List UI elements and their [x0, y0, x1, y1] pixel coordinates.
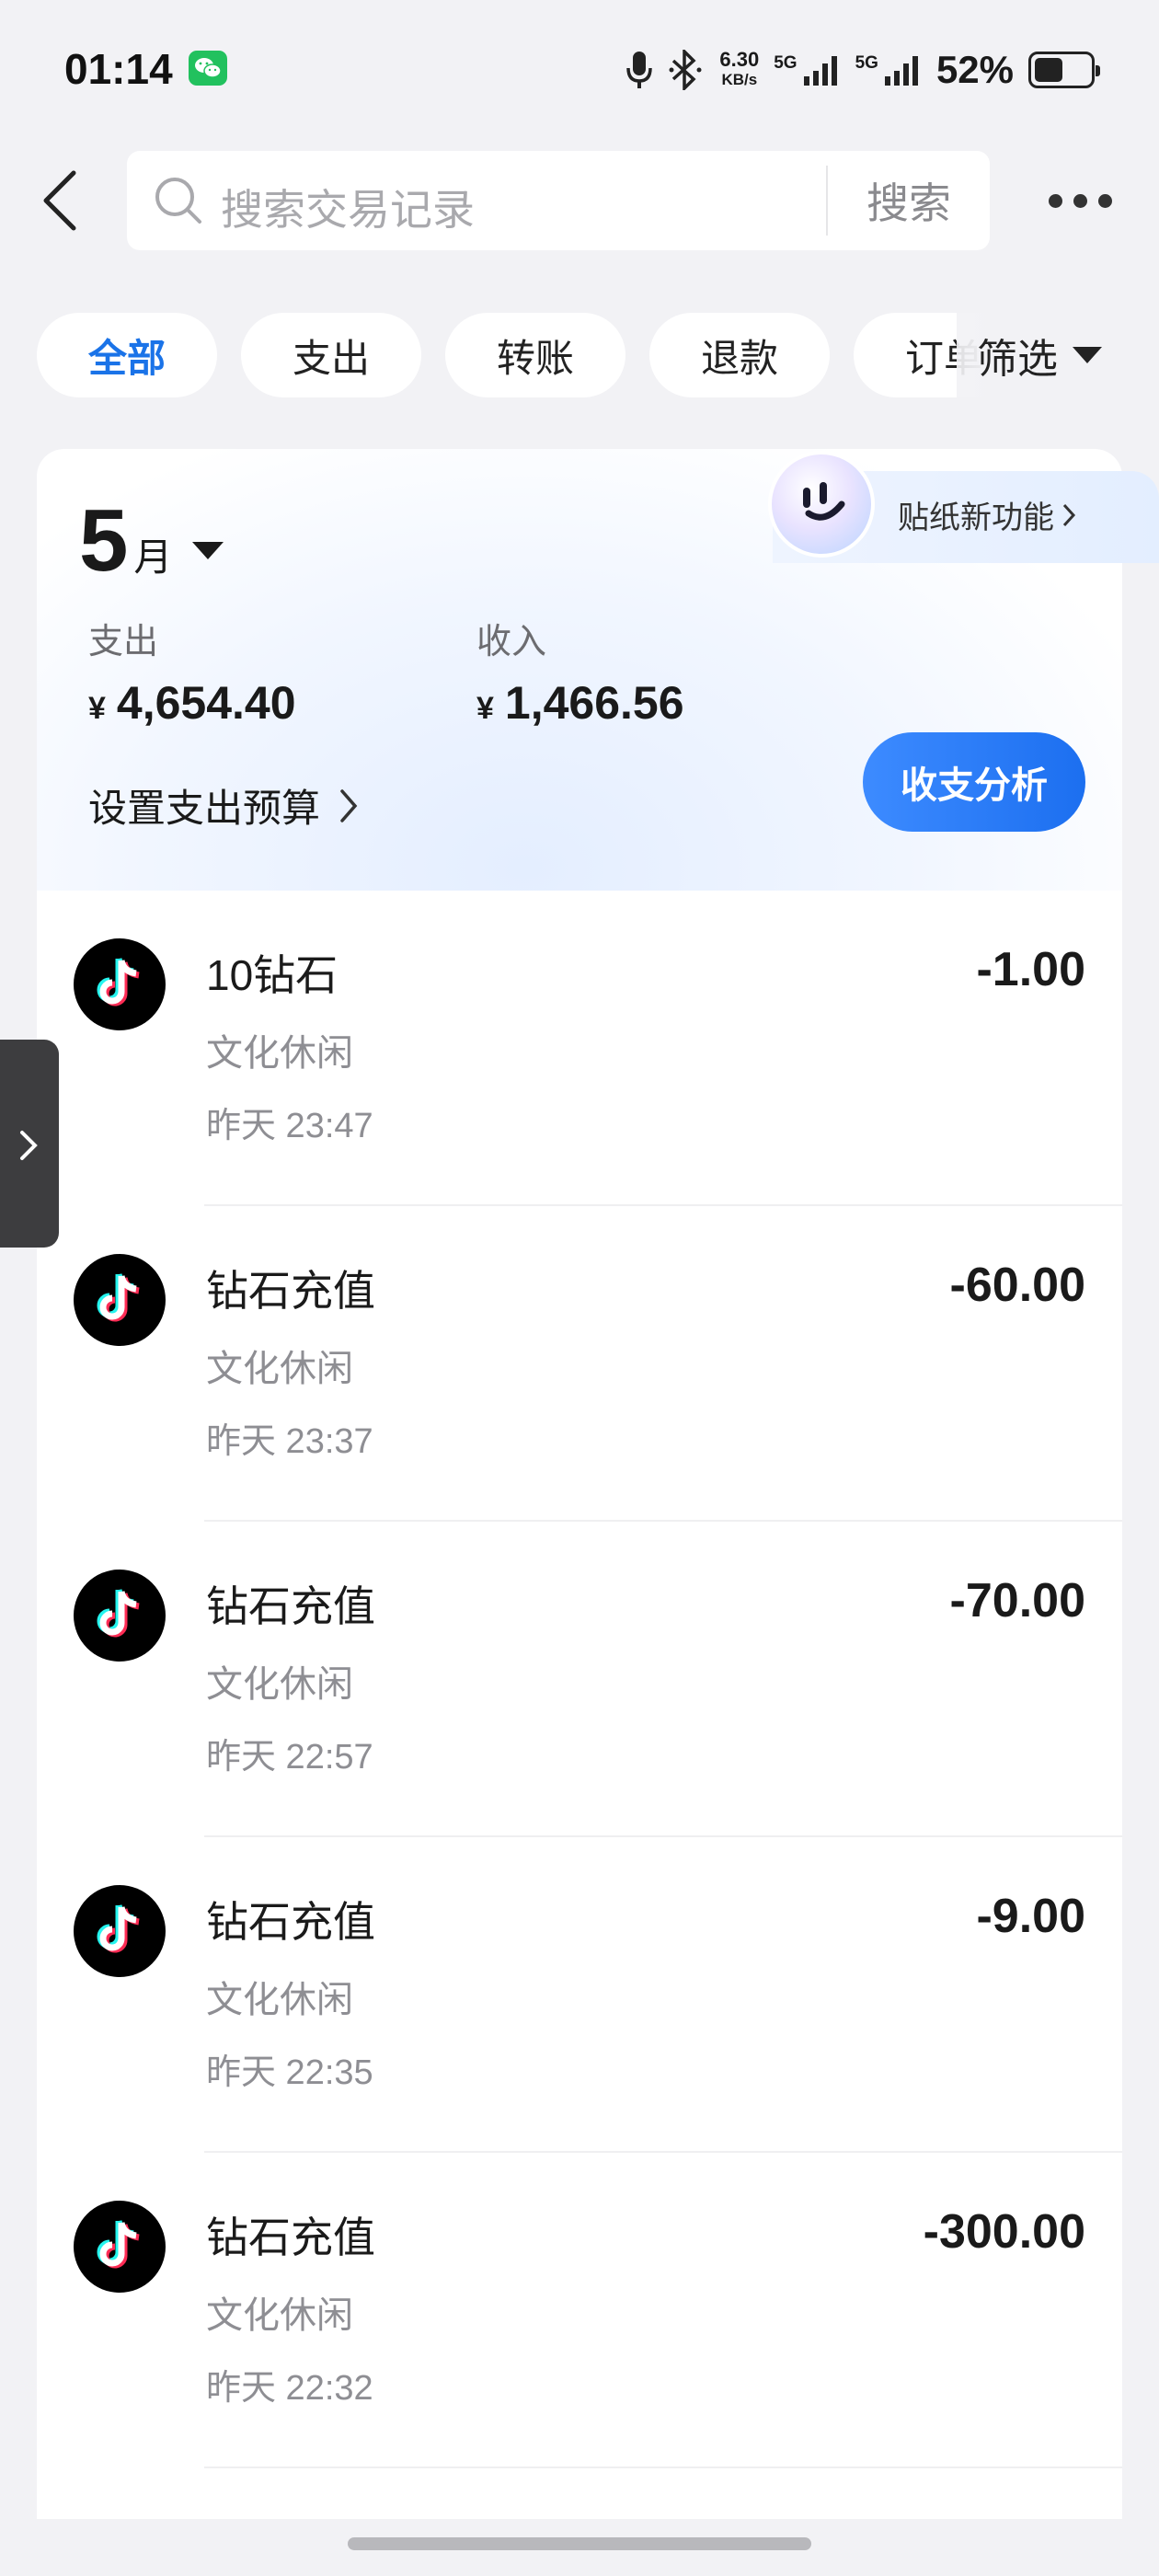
- wechat-notification-icon: [189, 51, 227, 86]
- expense-label: 支出: [88, 623, 159, 661]
- status-time: 01:14: [64, 45, 173, 93]
- transaction-item[interactable]: 钻石充值 文化休闲 昨天 22:35 -9.00: [37, 1837, 1122, 2153]
- transaction-list: 10钻石 文化休闲 昨天 23:47 -1.00 钻石充值 文化休闲 昨天 23…: [37, 891, 1122, 2519]
- tiktok-logo-icon: [74, 1254, 166, 1346]
- transaction-amount: -300.00: [923, 2205, 1085, 2259]
- more-dot-icon: [1098, 193, 1112, 208]
- month-picker[interactable]: 5 月: [79, 497, 224, 585]
- transaction-amount: -60.00: [949, 1259, 1085, 1312]
- transaction-title: 钻石充值: [206, 1898, 375, 1946]
- sticker-feature-label: 贴纸新功能: [898, 500, 1054, 535]
- month-unit: 月: [133, 535, 173, 579]
- tiktok-logo-icon: [74, 1885, 166, 1977]
- transaction-title: 10钻石: [206, 951, 339, 999]
- microphone-icon: [626, 52, 653, 88]
- transaction-category: 文化休闲: [206, 1980, 353, 2020]
- more-dot-icon: [1049, 193, 1062, 208]
- chip-transfer[interactable]: 转账: [445, 313, 625, 397]
- transaction-title: 钻石充值: [206, 1267, 375, 1315]
- income-expense-analysis-button[interactable]: 收支分析: [863, 732, 1085, 832]
- expense-value-row: ¥4,654.40: [88, 677, 296, 729]
- transaction-time: 昨天 22:35: [206, 2053, 373, 2092]
- chevron-right-icon: [20, 1131, 38, 1160]
- back-button[interactable]: [37, 167, 92, 234]
- transaction-title: 钻石充值: [206, 1582, 375, 1630]
- month-number: 5: [79, 491, 129, 590]
- divider: [204, 2467, 1122, 2468]
- transaction-time: 昨天 23:47: [206, 1107, 373, 1145]
- income-stat: 收入 ¥1,466.56: [476, 613, 684, 730]
- transaction-amount: -9.00: [976, 1890, 1085, 1943]
- chevron-right-icon: [340, 788, 358, 822]
- transaction-time: 昨天 22:57: [206, 1738, 373, 1777]
- transaction-category: 文化休闲: [206, 1664, 353, 1705]
- signal-bars-icon: [884, 56, 918, 86]
- transaction-title: 钻石充值: [206, 2214, 375, 2261]
- expense-value: 4,654.40: [116, 677, 296, 729]
- signal-sim2: 5G: [855, 54, 922, 86]
- expense-stat: 支出 ¥4,654.40: [88, 613, 296, 730]
- search-button[interactable]: 搜索: [828, 151, 990, 250]
- bluetooth-icon: [669, 50, 702, 90]
- home-indicator[interactable]: [348, 2537, 811, 2550]
- triangle-down-icon: [192, 541, 224, 559]
- search-box[interactable]: 搜索交易记录 搜索: [127, 151, 990, 250]
- side-drawer-handle[interactable]: [0, 1040, 59, 1248]
- signal-bars-icon: [803, 56, 837, 86]
- sticker-feature-link[interactable]: 贴纸新功能: [898, 492, 1076, 537]
- income-value: 1,466.56: [504, 677, 684, 729]
- tiktok-logo-icon: [74, 1570, 166, 1662]
- transaction-category: 文化休闲: [206, 1349, 353, 1389]
- triangle-down-icon: [1073, 347, 1102, 363]
- search-icon: [155, 178, 201, 224]
- transaction-item[interactable]: 钻石充值 文化休闲 昨天 22:57 -70.00: [37, 1522, 1122, 1837]
- set-budget-label: 设置支出预算: [88, 787, 321, 830]
- transaction-item[interactable]: 10钻石 文化休闲 昨天 23:47 -1.00: [37, 891, 1122, 1206]
- transaction-category: 文化休闲: [206, 1033, 353, 1074]
- network-speed: 6.30 KB/s: [719, 48, 760, 89]
- tiktok-logo-icon: [74, 938, 166, 1030]
- filter-button[interactable]: 筛选: [977, 313, 1102, 397]
- transaction-category: 文化休闲: [206, 2295, 353, 2336]
- status-bar: 01:14 6.30 KB/s 5G 5G 52%: [0, 0, 1159, 138]
- battery-icon: [1028, 52, 1100, 88]
- signal-sim1: 5G: [774, 54, 840, 86]
- transaction-time: 昨天 22:32: [206, 2369, 373, 2408]
- tiktok-logo-icon: [74, 2201, 166, 2293]
- income-label: 收入: [476, 623, 547, 661]
- status-icons: 6.30 KB/s 5G 5G 52%: [625, 44, 1100, 96]
- chip-all[interactable]: 全部: [37, 313, 217, 397]
- transaction-time: 昨天 23:37: [206, 1422, 373, 1461]
- set-budget-link[interactable]: 设置支出预算: [88, 777, 359, 834]
- header: 搜索交易记录 搜索: [0, 147, 1159, 254]
- chip-refund[interactable]: 退款: [649, 313, 830, 397]
- transaction-amount: -1.00: [976, 943, 1085, 996]
- transaction-item[interactable]: 钻石充值 文化休闲 昨天 23:37 -60.00: [37, 1206, 1122, 1522]
- chevron-left-icon: [43, 170, 76, 231]
- filter-chips: 全部 支出 转账 退款 订单 筛选: [0, 313, 1159, 397]
- more-dot-icon: [1073, 193, 1087, 208]
- battery-percent: 52%: [935, 48, 1014, 91]
- filter-label: 筛选: [977, 337, 1058, 382]
- more-options-button[interactable]: [1049, 184, 1122, 217]
- income-value-row: ¥1,466.56: [476, 677, 684, 729]
- chevron-right-icon: [1062, 503, 1076, 526]
- chip-expense[interactable]: 支出: [241, 313, 421, 397]
- transaction-item[interactable]: 钻石充值 文化休闲 昨天 22:32 -300.00: [37, 2153, 1122, 2468]
- transaction-amount: -70.00: [949, 1574, 1085, 1627]
- search-input[interactable]: 搜索交易记录: [221, 177, 475, 237]
- sticker-face-icon[interactable]: [768, 451, 875, 558]
